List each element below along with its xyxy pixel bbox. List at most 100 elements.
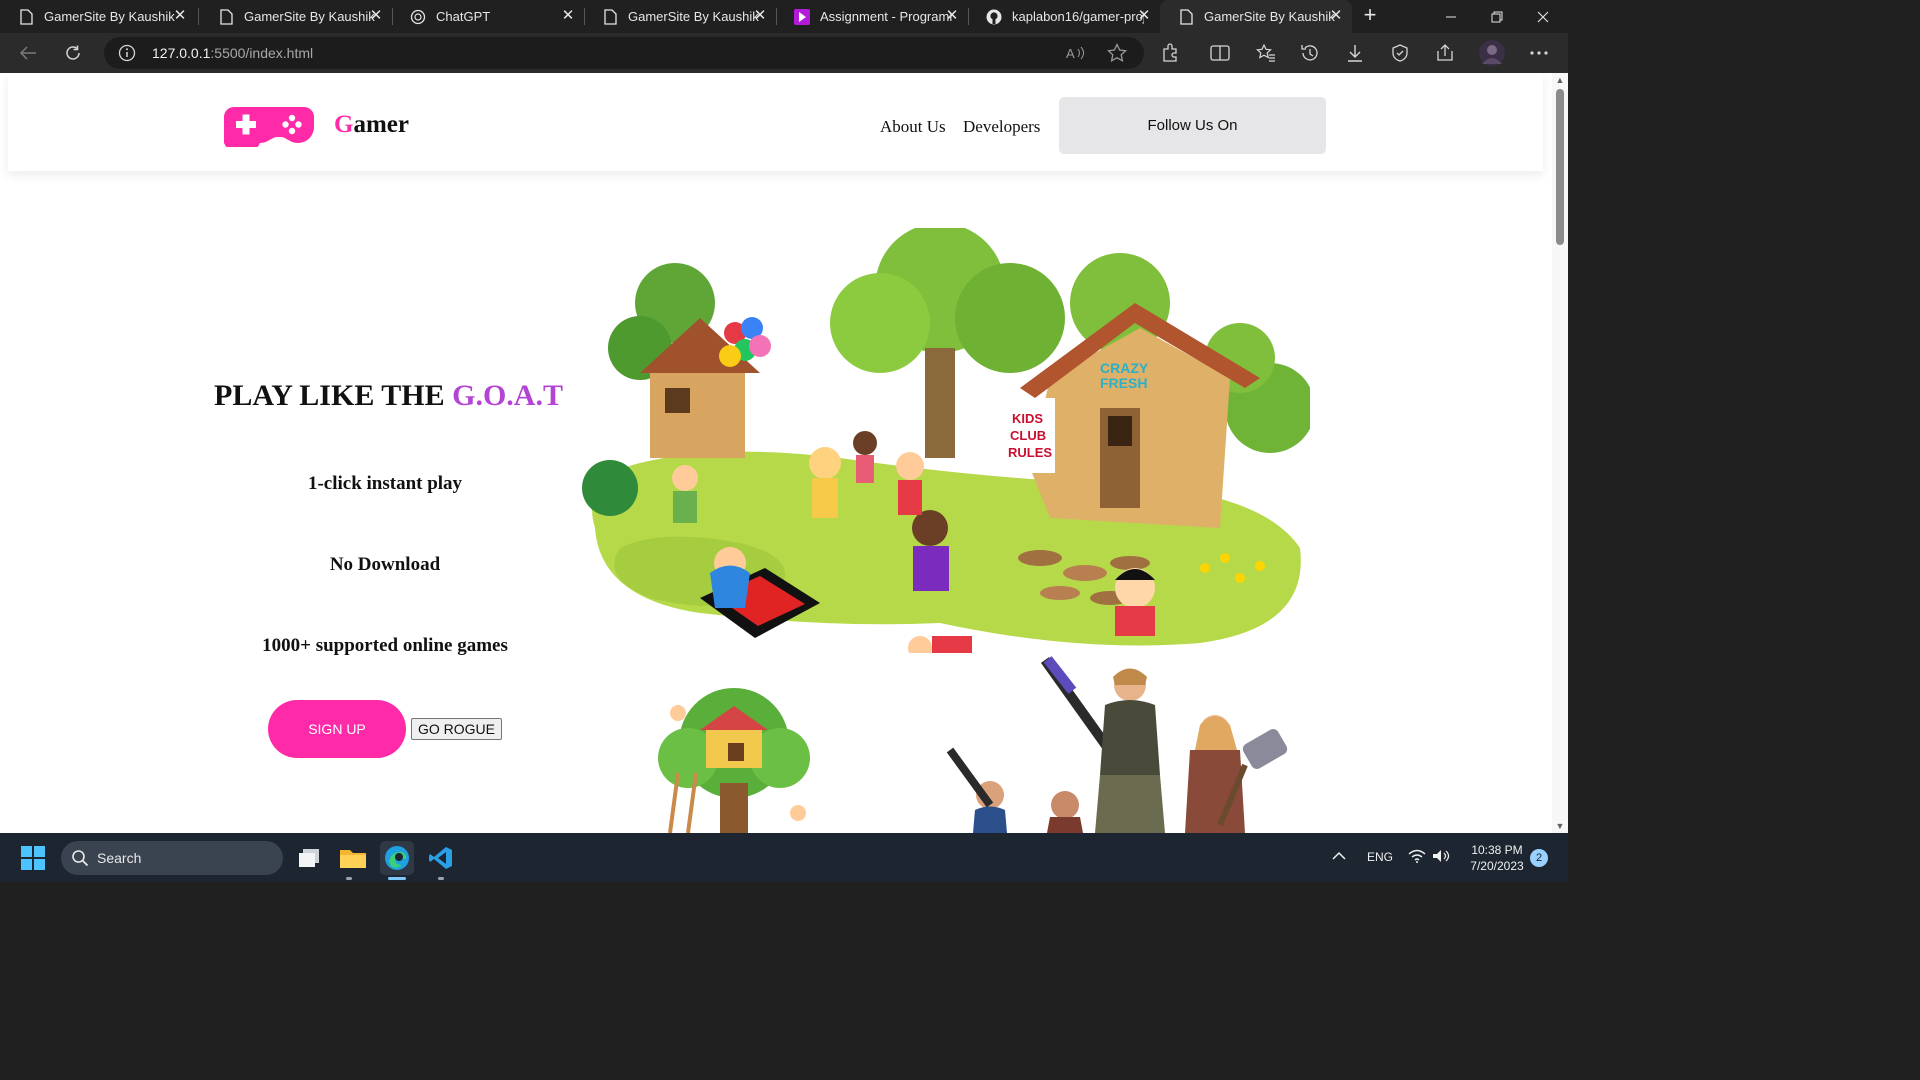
svg-text:CLUB: CLUB (1010, 428, 1046, 443)
share-icon[interactable] (1431, 39, 1459, 67)
browser-tab-4[interactable]: GamerSite By Kaushik ✕ (584, 0, 776, 33)
edge-browser-icon[interactable] (380, 841, 414, 875)
gamepad-logo-icon[interactable] (222, 103, 314, 155)
browser-tab-7-active[interactable]: GamerSite By Kaushik ✕ (1160, 0, 1352, 33)
scroll-up-arrow-icon[interactable]: ▲ (1555, 75, 1565, 85)
programming-hero-icon (794, 8, 810, 25)
restore-button[interactable] (1474, 0, 1520, 33)
more-options-icon[interactable] (1525, 39, 1553, 67)
nav-developers-link[interactable]: Developers (963, 117, 1040, 137)
search-label: Search (97, 850, 142, 866)
file-explorer-icon[interactable] (336, 841, 370, 875)
read-aloud-icon[interactable]: A (1062, 39, 1090, 67)
browser-essentials-icon[interactable] (1386, 39, 1414, 67)
browser-tab-strip: GamerSite By Kaushik ✕ GamerSite By Kaus… (0, 0, 1568, 33)
close-icon[interactable]: ✕ (1328, 8, 1344, 24)
extensions-icon[interactable] (1157, 39, 1185, 67)
browser-toolbar: 127.0.0.1:5500/index.html A (0, 33, 1568, 73)
task-view-icon[interactable] (292, 841, 326, 875)
nav-about-us-link[interactable]: About Us (880, 117, 946, 137)
taskbar-clock[interactable]: 10:38 PM 7/20/2023 (1452, 842, 1542, 874)
clock-date: 7/20/2023 (1470, 859, 1524, 873)
close-icon[interactable]: ✕ (368, 8, 384, 24)
browser-tab-3[interactable]: ChatGPT ✕ (392, 0, 584, 33)
page-scrollbar[interactable]: ▲ ▼ (1552, 73, 1568, 833)
favorite-star-icon[interactable] (1103, 39, 1131, 67)
browser-tab-1[interactable]: GamerSite By Kaushik ✕ (0, 0, 196, 33)
new-tab-button[interactable]: + (1358, 4, 1382, 28)
page-icon (1178, 8, 1194, 25)
wifi-icon[interactable] (1408, 849, 1426, 866)
tab-title: ChatGPT (436, 9, 491, 24)
kids-playground-illustration: CRAZY FRESH KIDS CLUB RULES (582, 228, 1310, 653)
vscode-icon[interactable] (424, 841, 458, 875)
fortnite-characters-illustration (946, 656, 1288, 833)
profile-avatar[interactable] (1478, 39, 1506, 67)
chatgpt-icon (410, 9, 426, 25)
split-screen-icon[interactable] (1206, 39, 1234, 67)
active-app-indicator (388, 877, 406, 880)
favorites-icon[interactable] (1252, 39, 1280, 67)
browser-tab-2[interactable]: GamerSite By Kaushik ✕ (200, 0, 392, 33)
github-icon (986, 9, 1002, 25)
history-icon[interactable] (1296, 39, 1324, 67)
page-icon (602, 8, 618, 25)
tab-title: GamerSite By Kaushik (1204, 9, 1335, 24)
feature-no-download: No Download (329, 554, 441, 575)
close-icon[interactable]: ✕ (752, 8, 768, 24)
tab-title: kaplabon16/gamer-proj (1012, 9, 1144, 24)
go-rogue-button[interactable]: GO ROGUE (411, 718, 502, 740)
close-window-button[interactable] (1520, 0, 1566, 33)
language-indicator[interactable]: ENG (1367, 850, 1393, 864)
brand-initial: G (334, 111, 354, 138)
follow-us-button[interactable]: Follow Us On (1059, 97, 1326, 154)
close-icon[interactable]: ✕ (1136, 8, 1152, 24)
page-icon (218, 8, 234, 25)
taskbar-search[interactable]: Search (61, 841, 283, 875)
hero-title-accent: G.O.A.T (452, 379, 563, 412)
tab-title: GamerSite By Kaushik (44, 9, 175, 24)
close-icon[interactable]: ✕ (560, 8, 576, 24)
feature-instant-play: 1-click instant play (307, 473, 463, 494)
site-header: Gamer About Us Developers Follow Us On (8, 73, 1543, 171)
url-text[interactable]: 127.0.0.1:5500/index.html (152, 45, 313, 61)
tab-title: GamerSite By Kaushik (244, 9, 375, 24)
clock-time: 10:38 PM (1471, 843, 1523, 857)
back-arrow-icon[interactable] (14, 39, 42, 67)
url-host: 127.0.0.1 (152, 45, 211, 61)
tab-title: GamerSite By Kaushik (628, 9, 759, 24)
tab-divider (198, 8, 199, 25)
scrollbar-thumb[interactable] (1556, 89, 1564, 245)
browser-tab-6[interactable]: kaplabon16/gamer-proj ✕ (968, 0, 1160, 33)
page-viewport: Gamer About Us Developers Follow Us On P… (0, 73, 1552, 833)
brand-rest: amer (353, 111, 409, 138)
downloads-icon[interactable] (1341, 39, 1369, 67)
volume-icon[interactable] (1432, 849, 1450, 866)
brand-name[interactable]: Gamer (334, 111, 409, 139)
feature-supported-games: 1000+ supported online games (262, 635, 508, 656)
running-app-indicator (438, 877, 444, 880)
treehouse-illustration (658, 688, 810, 833)
site-info-icon[interactable] (118, 44, 136, 67)
svg-text:CRAZY: CRAZY (1100, 360, 1149, 376)
notification-badge[interactable]: 2 (1530, 849, 1548, 867)
svg-text:FRESH: FRESH (1100, 375, 1147, 391)
svg-text:KIDS: KIDS (1012, 411, 1043, 426)
refresh-icon[interactable] (59, 39, 87, 67)
scroll-down-arrow-icon[interactable]: ▼ (1555, 821, 1565, 831)
browser-tab-5[interactable]: Assignment - Programmi ✕ (776, 0, 968, 33)
hero-title-main: PLAY LIKE THE (214, 379, 453, 412)
svg-text:RULES: RULES (1008, 445, 1052, 460)
close-icon[interactable]: ✕ (172, 8, 188, 24)
windows-taskbar: Search ENG 10:38 PM 7/20/2023 2 (0, 833, 1568, 882)
running-app-indicator (346, 877, 352, 880)
close-icon[interactable]: ✕ (944, 8, 960, 24)
hero-title: PLAY LIKE THE G.O.A.T (214, 379, 563, 413)
address-bar[interactable]: 127.0.0.1:5500/index.html (104, 37, 1144, 69)
minimize-button[interactable] (1428, 0, 1474, 33)
sign-up-button[interactable]: SIGN UP (268, 700, 406, 758)
tab-title: Assignment - Programmi (820, 9, 952, 24)
show-hidden-icons-chevron-icon[interactable] (1332, 850, 1346, 864)
windows-start-icon[interactable] (16, 841, 50, 875)
search-icon (71, 849, 89, 872)
